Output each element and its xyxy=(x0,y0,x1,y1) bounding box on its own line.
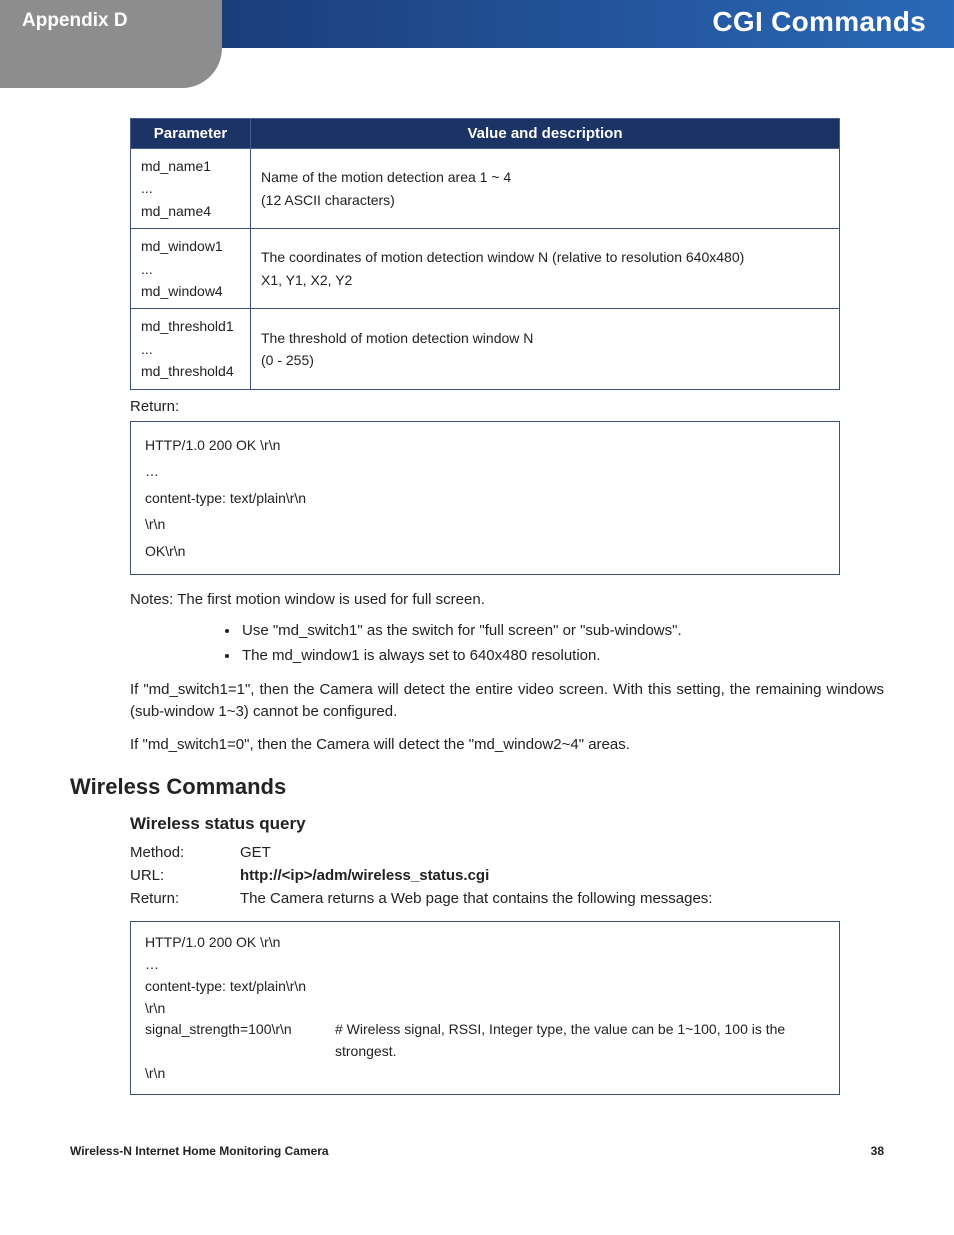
footer-page-number: 38 xyxy=(871,1144,884,1158)
kv-value: GET xyxy=(240,844,884,861)
code-comment xyxy=(335,954,825,976)
cell-desc: Name of the motion detection area 1 ~ 4 … xyxy=(251,149,840,229)
cell-desc: The coordinates of motion detection wind… xyxy=(251,229,840,309)
code-comment xyxy=(335,1063,825,1085)
paragraph: If "md_switch1=1", then the Camera will … xyxy=(130,679,884,724)
wireless-return-codebox: HTTP/1.0 200 OK \r\n … content-type: tex… xyxy=(130,921,840,1095)
code-comment: # Wireless signal, RSSI, Integer type, t… xyxy=(335,1019,825,1062)
cell-param: md_name1 ... md_name4 xyxy=(131,149,251,229)
code-text: … xyxy=(145,954,335,976)
code-comment xyxy=(335,932,825,954)
code-line: \r\n xyxy=(145,998,825,1020)
notes-line: Notes: The first motion window is used f… xyxy=(130,589,884,612)
table-row: md_name1 ... md_name4 Name of the motion… xyxy=(131,149,840,229)
page-header: Appendix D CGI Commands xyxy=(0,0,954,48)
parameter-table: Parameter Value and description md_name1… xyxy=(130,118,840,390)
code-text: \r\n xyxy=(145,1063,335,1085)
kv-value: The Camera returns a Web page that conta… xyxy=(240,890,884,907)
code-text: HTTP/1.0 200 OK \r\n xyxy=(145,932,335,954)
header-title: CGI Commands xyxy=(222,0,954,48)
kv-url: URL: http://<ip>/adm/wireless_status.cgi xyxy=(130,867,884,884)
cell-param: md_threshold1 ... md_threshold4 xyxy=(131,309,251,389)
cell-desc: The threshold of motion detection window… xyxy=(251,309,840,389)
notes-bullets: Use "md_switch1" as the switch for "full… xyxy=(240,618,884,669)
table-row: md_window1 ... md_window4 The coordinate… xyxy=(131,229,840,309)
page-footer: Wireless-N Internet Home Monitoring Came… xyxy=(70,1144,884,1158)
code-line: content-type: text/plain\r\n xyxy=(145,976,825,998)
kv-key: Method: xyxy=(130,844,240,861)
code-line: \r\n xyxy=(145,1063,825,1085)
code-comment xyxy=(335,976,825,998)
section-heading: Wireless Commands xyxy=(70,774,884,800)
subsection-heading: Wireless status query xyxy=(130,814,884,834)
kv-method: Method: GET xyxy=(130,844,884,861)
code-text: content-type: text/plain\r\n xyxy=(145,976,335,998)
th-description: Value and description xyxy=(251,119,840,149)
list-item: The md_window1 is always set to 640x480 … xyxy=(240,643,884,669)
code-line: HTTP/1.0 200 OK \r\n xyxy=(145,932,825,954)
code-comment xyxy=(335,998,825,1020)
th-parameter: Parameter xyxy=(131,119,251,149)
kv-key: URL: xyxy=(130,867,240,884)
return-label: Return: xyxy=(130,398,884,415)
page-content: Parameter Value and description md_name1… xyxy=(0,88,954,1188)
code-text: signal_strength=100\r\n xyxy=(145,1019,335,1062)
kv-return: Return: The Camera returns a Web page th… xyxy=(130,890,884,907)
paragraph: If "md_switch1=0", then the Camera will … xyxy=(130,734,884,757)
table-row: md_threshold1 ... md_threshold4 The thre… xyxy=(131,309,840,389)
code-line: … xyxy=(145,954,825,976)
kv-value: http://<ip>/adm/wireless_status.cgi xyxy=(240,867,884,884)
code-text: \r\n xyxy=(145,998,335,1020)
kv-key: Return: xyxy=(130,890,240,907)
code-line: signal_strength=100\r\n# Wireless signal… xyxy=(145,1019,825,1062)
header-appendix: Appendix D xyxy=(0,0,222,48)
list-item: Use "md_switch1" as the switch for "full… xyxy=(240,618,884,644)
cell-param: md_window1 ... md_window4 xyxy=(131,229,251,309)
footer-product: Wireless-N Internet Home Monitoring Came… xyxy=(70,1144,329,1158)
return-codebox: HTTP/1.0 200 OK \r\n … content-type: tex… xyxy=(130,421,840,576)
